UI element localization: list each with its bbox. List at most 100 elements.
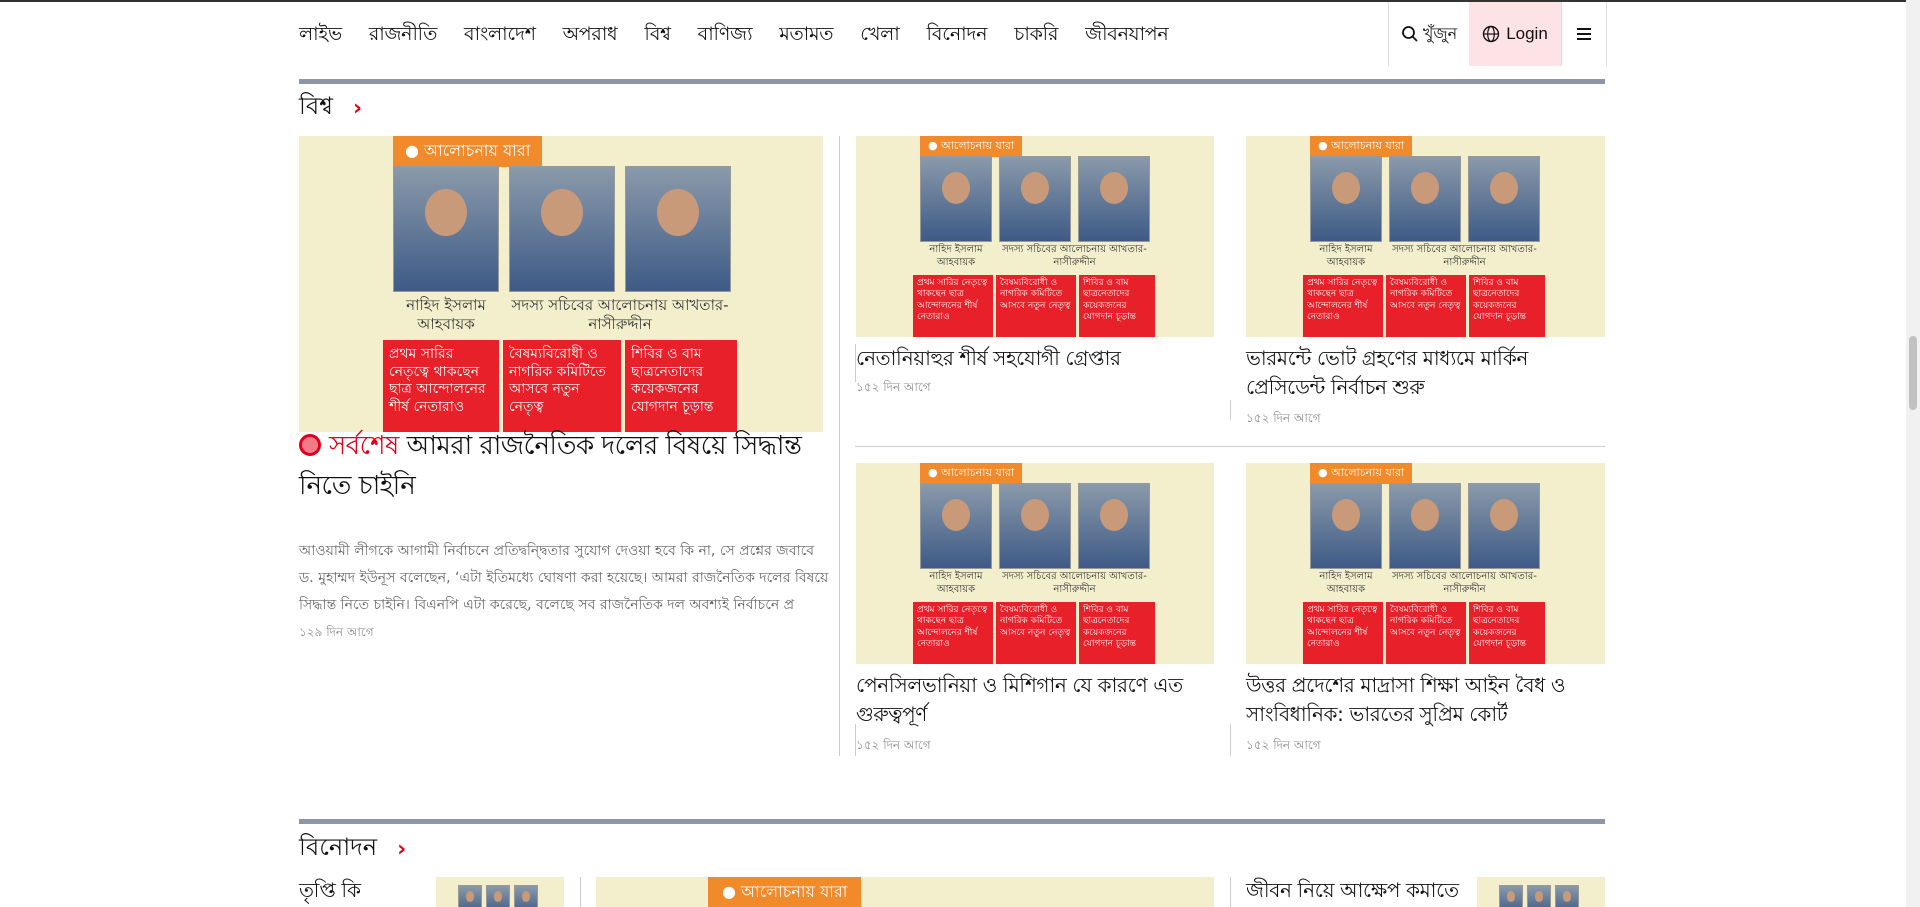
entertainment-image-left[interactable] [436, 877, 564, 907]
nav-item-sports[interactable]: খেলা [860, 20, 900, 52]
image-caption-1: নাহিদ ইসলাম আহবায়ক [929, 571, 983, 595]
image-red-box-1: প্রথম সারির নেতৃত্বে থাকছেন ছাত্র আন্দোল… [913, 275, 993, 337]
nav-item-lifestyle[interactable]: জীবনযাপন [1085, 20, 1169, 52]
page-scrollbar[interactable] [1906, 0, 1920, 907]
section-title-text: বিনোদন [299, 833, 378, 861]
header-actions: খুঁজুন Login [1388, 2, 1607, 66]
lead-article-image[interactable]: ● আলোচনায় যারা নাহিদ ইসলাম আহবায়ক সদস্… [299, 136, 823, 432]
entertainment-divider-1 [580, 877, 581, 907]
card-divider-2 [1230, 724, 1231, 756]
photo-3 [1078, 156, 1150, 242]
photo-3 [1468, 483, 1540, 569]
image-caption-2: সদস্য সচিবের আলোচনায় আখতার-নাসীরুদ্দীন [1392, 244, 1537, 268]
entertainment-headline-right[interactable]: জীবন নিয়ে আক্ষেপ কমাতে [1246, 876, 1466, 905]
image-tag: ● আলোচনায় যারা [920, 136, 1023, 157]
nav-item-opinion[interactable]: মতামত [779, 20, 833, 52]
photo-2 [509, 166, 615, 292]
card-timestamp-4: ১৫২ দিন আগে [1246, 738, 1321, 752]
section-title-entertainment[interactable]: বিনোদন › [299, 829, 406, 869]
search-icon [1401, 26, 1418, 42]
card-image-1[interactable]: ● আলোচনায় যারা নাহিদ ইসলাম আহবায়ক সদস্… [856, 136, 1214, 337]
image-red-box-3: শিবির ও বাম ছাত্রনেতাদের কয়েকজনের যোগদা… [1079, 602, 1155, 664]
section-divider-entertainment [299, 819, 1605, 824]
lead-timestamp: ১২৯ দিন আগে [299, 625, 374, 639]
photo-3 [1468, 156, 1540, 242]
card-timestamp-3: ১৫২ দিন আগে [856, 738, 931, 752]
photo-1 [1310, 483, 1382, 569]
image-tag: ● আলোচনায় যারা [708, 877, 862, 907]
globe-icon [1482, 25, 1500, 43]
nav-item-business[interactable]: বাণিজ্য [698, 20, 753, 52]
nav-item-crime[interactable]: অপরাধ [563, 20, 618, 52]
column-divider [839, 136, 840, 756]
card-image-2[interactable]: ● আলোচনায় যারা নাহিদ ইসলাম আহবায়ক সদস্… [1246, 136, 1605, 337]
nav-item-bangladesh[interactable]: বাংলাদেশ [464, 20, 536, 52]
image-caption-2: সদস্য সচিবের আলোচনায় আখতার-নাসীরুদ্দীন [1002, 244, 1147, 268]
photo-1 [920, 483, 992, 569]
scrollbar-thumb[interactable] [1909, 336, 1917, 410]
search-button[interactable]: খুঁজুন [1389, 2, 1469, 66]
section-divider-world [299, 79, 1605, 84]
card-headline-1[interactable]: নেতানিয়াহুর শীর্ষ সহযোগী গ্রেপ্তার [856, 344, 1214, 373]
search-label: খুঁজুন [1422, 23, 1458, 43]
site-header: লাইভ রাজনীতি বাংলাদেশ অপরাধ বিশ্ব বাণিজ্… [0, 2, 1920, 66]
section-title-world[interactable]: বিশ্ব › [299, 88, 362, 128]
entertainment-headline-left[interactable]: তৃপ্তি কি লড়াইয়ে [299, 876, 429, 907]
photo-2 [1389, 483, 1461, 569]
nav-item-entertainment[interactable]: বিনোদন [927, 20, 988, 52]
login-button[interactable]: Login [1469, 2, 1561, 66]
nav-item-world[interactable]: বিশ্ব [644, 20, 671, 52]
lead-summary: আওয়ামী লীগকে আগামী নির্বাচনে প্রতিদ্বন্… [299, 543, 829, 613]
login-label: Login [1506, 24, 1548, 43]
photo-3 [625, 166, 731, 292]
image-red-box-1: প্রথম সারির নেতৃত্বে থাকছেন ছাত্র আন্দোল… [1303, 275, 1383, 337]
entertainment-image-right[interactable] [1477, 877, 1605, 907]
photo-2 [486, 885, 510, 907]
entertainment-image-main[interactable]: ● আলোচনায় যারা [596, 877, 1214, 907]
lead-headline[interactable]: সর্বশেষ আমরা রাজনৈতিক দলের বিষয়ে সিদ্ধা… [299, 426, 831, 506]
image-caption-2: সদস্য সচিবের আলোচনায় আখতার-নাসীরুদ্দীন [1002, 571, 1147, 595]
menu-button[interactable] [1561, 2, 1606, 66]
latest-label: সর্বশেষ [329, 431, 399, 461]
nav-item-politics[interactable]: রাজনীতি [369, 20, 438, 52]
photo-1 [1310, 156, 1382, 242]
card-headline-2[interactable]: ভারমন্টে ভোট গ্রহণের মাধ্যমে মার্কিন প্র… [1246, 344, 1605, 402]
nav-item-live[interactable]: লাইভ [299, 20, 342, 52]
image-red-box-2: বৈষম্যবিরোধী ও নাগরিক কমিটিতে আসবে নতুন … [996, 275, 1076, 337]
card-headline-4[interactable]: উত্তর প্রদেশের মাদ্রাসা শিক্ষা আইন বৈধ ও… [1246, 671, 1605, 729]
photo-1 [920, 156, 992, 242]
card-image-3[interactable]: ● আলোচনায় যারা নাহিদ ইসলাম আহবায়ক সদস্… [856, 463, 1214, 664]
photo-1 [393, 166, 499, 292]
image-red-box-3: শিবির ও বাম ছাত্রনেতাদের কয়েকজনের যোগদা… [1079, 275, 1155, 337]
card-image-4[interactable]: ● আলোচনায় যারা নাহিদ ইসলাম আহবায়ক সদস্… [1246, 463, 1605, 664]
nav-item-jobs[interactable]: চাকরি [1014, 20, 1058, 52]
row-divider [855, 446, 1605, 447]
image-caption-1: নাহিদ ইসলাম আহবায়ক [1319, 244, 1373, 268]
photo-3 [514, 885, 538, 907]
photo-1 [458, 885, 482, 907]
card-headline-3[interactable]: পেনসিলভানিয়া ও মিশিগান যে কারণে এত গুরু… [856, 671, 1214, 729]
entertainment-divider-2 [1230, 877, 1231, 907]
image-red-box-3: শিবির ও বাম ছাত্রনেতাদের কয়েকজনের যোগদা… [1469, 275, 1545, 337]
image-red-box-1: প্রথম সারির নেতৃত্বে থাকছেন ছাত্র আন্দোল… [913, 602, 993, 664]
image-caption-2: সদস্য সচিবের আলোচনায় আখতার-নাসীরুদ্দীন [511, 296, 729, 333]
image-tag: ● আলোচনায় যারা [1310, 136, 1413, 157]
image-red-box-1: প্রথম সারির নেতৃত্বে থাকছেন ছাত্র আন্দোল… [1303, 602, 1383, 664]
card-timestamp-2: ১৫২ দিন আগে [1246, 411, 1321, 425]
section-title-text: বিশ্ব [299, 92, 333, 120]
image-red-box-2: বৈষম্যবিরোধী ও নাগরিক কমিটিতে আসবে নতুন … [996, 602, 1076, 664]
image-red-box-2: বৈষম্যবিরোধী ও নাগরিক কমিটিতে আসবে নতুন … [503, 340, 621, 432]
photo-1 [1499, 885, 1523, 907]
card-timestamp-1: ১৫২ দিন আগে [856, 380, 931, 394]
image-caption-1: নাহিদ ইসলাম আহবায়ক [406, 296, 486, 333]
image-tag: ● আলোচনায় যারা [393, 136, 543, 167]
photo-2 [999, 156, 1071, 242]
image-red-box-2: বৈষম্যবিরোধী ও নাগরিক কমিটিতে আসবে নতুন … [1386, 602, 1466, 664]
card-divider-1 [1230, 400, 1231, 420]
photo-2 [999, 483, 1071, 569]
image-red-box-2: বৈষম্যবিরোধী ও নাগরিক কমিটিতে আসবে নতুন … [1386, 275, 1466, 337]
photo-2 [1389, 156, 1461, 242]
image-caption-2: সদস্য সচিবের আলোচনায় আখতার-নাসীরুদ্দীন [1392, 571, 1537, 595]
image-caption-1: নাহিদ ইসলাম আহবায়ক [1319, 571, 1373, 595]
image-caption-1: নাহিদ ইসলাম আহবায়ক [929, 244, 983, 268]
